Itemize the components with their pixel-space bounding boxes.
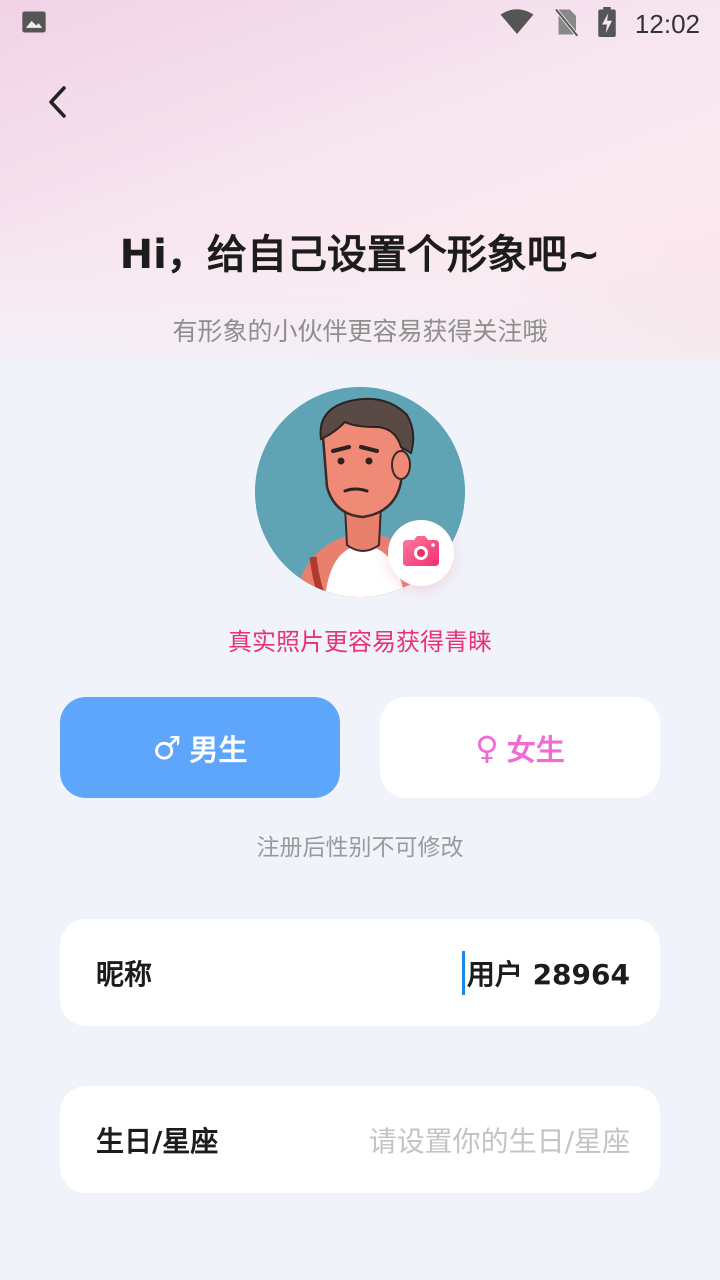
male-label: 男生 [189, 732, 248, 767]
birthday-field[interactable]: 生日/星座 请设置你的生日/星座 [60, 1086, 660, 1193]
nickname-value: 用户 28964 [466, 957, 630, 991]
header-background [0, 0, 720, 360]
female-symbol-icon: ♀ [475, 728, 499, 767]
female-label: 女生 [506, 732, 565, 767]
battery-charging-icon [597, 7, 617, 41]
nickname-label: 昵称 [96, 957, 153, 991]
birthday-placeholder[interactable]: 请设置你的生日/星座 [369, 1120, 630, 1160]
page-title: Hi，给自己设置个形象吧~ [119, 232, 601, 278]
page-subtitle: 有形象的小伙伴更容易获得关注哦 [172, 317, 548, 346]
nickname-input[interactable]: 用户 28964 [461, 950, 630, 995]
male-button[interactable]: ♂ 男生 [60, 697, 340, 798]
nickname-field[interactable]: 昵称 用户 28964 [60, 919, 660, 1026]
status-bar: 12:02 [0, 0, 720, 48]
status-time: 12:02 [634, 8, 700, 39]
female-button[interactable]: ♀ 女生 [380, 697, 660, 798]
back-button[interactable] [36, 82, 80, 126]
male-symbol-icon: ♂ [152, 728, 182, 767]
camera-icon [403, 536, 439, 570]
photo-tip: 真实照片更容易获得青睐 [228, 628, 492, 656]
camera-button[interactable] [388, 520, 454, 586]
gender-note: 注册后性别不可修改 [256, 835, 464, 861]
text-cursor [461, 950, 465, 995]
wifi-icon [499, 8, 535, 40]
no-sim-icon [553, 7, 579, 41]
birthday-label: 生日/星座 [96, 1124, 219, 1158]
chevron-left-icon [46, 85, 70, 123]
image-icon [20, 8, 48, 40]
